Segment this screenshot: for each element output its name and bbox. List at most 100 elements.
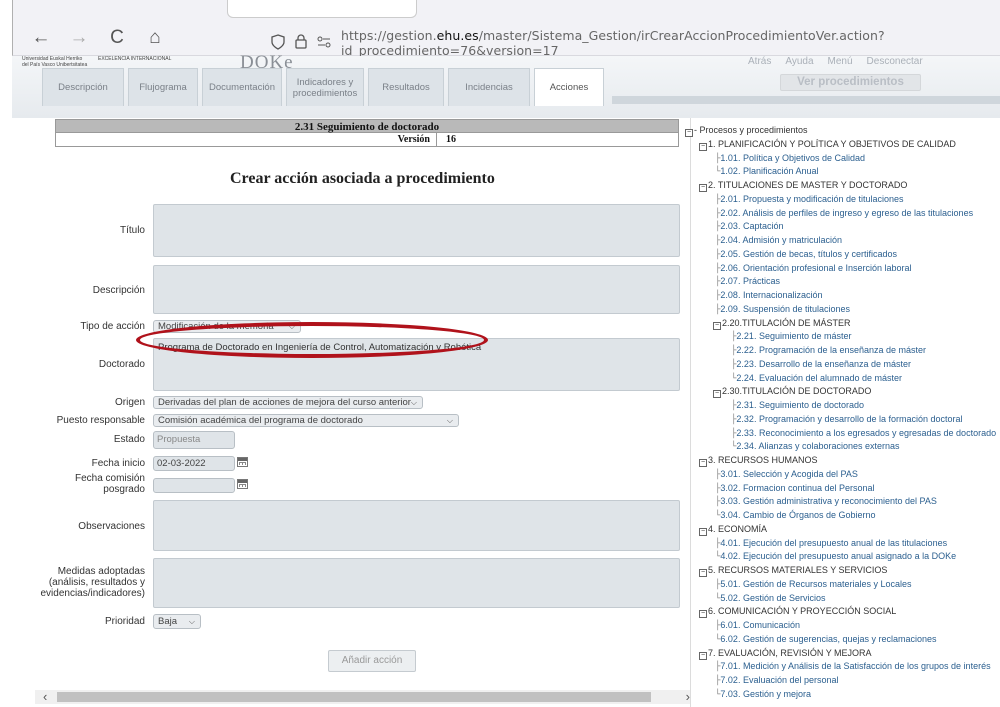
- site-header: Universidad Euskal Herriko del País Vasc…: [12, 52, 1000, 118]
- tab-incidencias[interactable]: Incidencias: [448, 68, 530, 106]
- calendar-icon[interactable]: [237, 457, 248, 467]
- tree-section[interactable]: −4. ECONOMÍA: [685, 523, 1000, 537]
- tree-item[interactable]: ├2.33. Reconocimiento a los egresados y …: [685, 427, 1000, 441]
- tree-item[interactable]: └6.02. Gestión de sugerencias, quejas y …: [685, 633, 1000, 647]
- tree-root[interactable]: − - Procesos y procedimientos: [685, 124, 1000, 138]
- add-action-button[interactable]: Añadir acción: [328, 650, 416, 672]
- tree-item[interactable]: ├2.05. Gestión de becas, títulos y certi…: [685, 248, 1000, 262]
- tab-descripcion[interactable]: Descripción: [42, 68, 124, 106]
- tree-item[interactable]: ├2.22. Programación de la enseñanza de m…: [685, 344, 1000, 358]
- chevron-down-icon: ⌵: [410, 398, 417, 407]
- fecha-inicio-field[interactable]: 02-03-2022: [153, 456, 235, 471]
- tree-section[interactable]: −1. PLANIFICACIÓN Y POLÍTICA Y OBJETIVOS…: [685, 138, 1000, 152]
- tree-item[interactable]: ├2.01. Propuesta y modificación de titul…: [685, 193, 1000, 207]
- tree-section[interactable]: −6. COMUNICACIÓN Y PROYECCIÓN SOCIAL: [685, 605, 1000, 619]
- version-row: Versión 16: [55, 133, 679, 147]
- collapse-toggle-icon[interactable]: −: [713, 390, 721, 399]
- medidas-field[interactable]: [153, 558, 680, 608]
- tree-section[interactable]: −5. RECURSOS MATERIALES Y SERVICIOS: [685, 564, 1000, 578]
- tree-item[interactable]: └7.03. Gestión y mejora: [685, 688, 1000, 702]
- calendar-icon[interactable]: [237, 479, 248, 489]
- tree-item[interactable]: └5.02. Gestión de Servicios: [685, 592, 1000, 606]
- collapse-toggle-icon[interactable]: −: [713, 321, 721, 330]
- link-logout[interactable]: Desconectar: [867, 56, 923, 67]
- forward-icon[interactable]: →: [69, 28, 89, 48]
- collapse-toggle-icon[interactable]: −: [699, 459, 707, 467]
- tree-item[interactable]: ├2.08. Internacionalización: [685, 289, 1000, 303]
- scroll-left-icon[interactable]: ‹: [43, 689, 47, 704]
- tree-item[interactable]: ├2.09. Suspensión de titulaciones: [685, 303, 1000, 317]
- titulo-field[interactable]: [153, 204, 680, 257]
- tree-item[interactable]: ├7.02. Evaluación del personal: [685, 674, 1000, 688]
- collapse-toggle-icon[interactable]: −: [699, 184, 707, 192]
- tree-group[interactable]: −2.30.TITULACIÓN DE DOCTORADO: [685, 385, 1000, 399]
- puesto-select[interactable]: Comisión académica del programa de docto…: [153, 414, 459, 427]
- tree-item[interactable]: ├2.06. Orientación profesional e Inserci…: [685, 262, 1000, 276]
- observaciones-field[interactable]: [153, 500, 680, 551]
- tree-item[interactable]: ├7.01. Medición y Análisis de la Satisfa…: [685, 660, 1000, 674]
- excellence-label: EXCELENCIA INTERNACIONAL: [98, 56, 172, 62]
- tree-item[interactable]: └2.34. Alianzas y colaboraciones externa…: [685, 440, 1000, 454]
- tree-item[interactable]: └3.04. Cambio de Órganos de Gobierno: [685, 509, 1000, 523]
- fecha-comision-field[interactable]: [153, 478, 235, 493]
- url-prefix: https://gestion.: [341, 28, 437, 43]
- collapse-toggle-icon[interactable]: −: [699, 569, 707, 577]
- tipo-accion-select[interactable]: Modificación de la memoria ⌵: [153, 320, 301, 333]
- descripcion-field[interactable]: [153, 265, 680, 314]
- address-bar[interactable]: https://gestion.ehu.es/master/Sistema_Ge…: [271, 28, 1000, 58]
- origen-select[interactable]: Derivadas del plan de acciones de mejora…: [153, 396, 423, 409]
- url-text[interactable]: https://gestion.ehu.es/master/Sistema_Ge…: [341, 28, 1000, 58]
- tree-group[interactable]: −2.20.TITULACIÓN DE MÁSTER: [685, 317, 1000, 331]
- observaciones-label: Observaciones: [78, 521, 145, 532]
- tree-item[interactable]: ├2.31. Seguimiento de doctorado: [685, 399, 1000, 413]
- doctorado-field[interactable]: Programa de Doctorado en Ingeniería de C…: [153, 338, 680, 391]
- tree-item[interactable]: ├2.07. Prácticas: [685, 275, 1000, 289]
- tree-section[interactable]: −3. RECURSOS HUMANOS: [685, 454, 1000, 468]
- tree-item[interactable]: ├2.02. Análisis de perfiles de ingreso y…: [685, 207, 1000, 221]
- tree-item[interactable]: ├2.32. Programación y desarrollo de la f…: [685, 413, 1000, 427]
- horizontal-scrollbar[interactable]: ‹ ›: [35, 689, 690, 704]
- back-icon[interactable]: ←: [31, 28, 51, 48]
- estado-field[interactable]: Propuesta: [153, 431, 235, 449]
- tree-section[interactable]: −7. EVALUACIÓN, REVISIÓN Y MEJORA: [685, 647, 1000, 661]
- url-host: ehu.es: [436, 28, 479, 43]
- tree-item[interactable]: └2.24. Evaluación del alumnado de máster: [685, 372, 1000, 386]
- tab-acciones[interactable]: Acciones: [534, 68, 604, 106]
- collapse-toggle-icon[interactable]: −: [699, 610, 707, 619]
- tree-item[interactable]: └1.02. Planificación Anual: [685, 165, 1000, 179]
- tree-item[interactable]: ├3.03. Gestión administrativa y reconoci…: [685, 495, 1000, 509]
- reload-icon[interactable]: C: [107, 28, 127, 48]
- home-icon[interactable]: ⌂: [145, 28, 165, 48]
- permissions-icon[interactable]: [317, 36, 331, 51]
- collapse-toggle-icon[interactable]: −: [699, 527, 707, 536]
- header-stripe: [612, 96, 1000, 104]
- tree-item[interactable]: ├4.01. Ejecución del presupuesto anual d…: [685, 537, 1000, 551]
- link-menu[interactable]: Menú: [828, 56, 853, 67]
- tree-item[interactable]: ├2.23. Desarrollo de la enseñanza de más…: [685, 358, 1000, 372]
- tree-item[interactable]: ├1.01. Política y Objetivos de Calidad: [685, 152, 1000, 166]
- tree-section[interactable]: −2. TITULACIONES DE MASTER Y DOCTORADO: [685, 179, 1000, 193]
- tree-item[interactable]: └4.02. Ejecución del presupuesto anual a…: [685, 550, 1000, 564]
- prioridad-select[interactable]: Baja ⌵: [153, 614, 201, 629]
- tree-item[interactable]: ├2.21. Seguimiento de máster: [685, 330, 1000, 344]
- tree-item[interactable]: ├3.01. Selección y Acogida del PAS: [685, 468, 1000, 482]
- browser-tab[interactable]: [227, 0, 417, 18]
- link-help[interactable]: Ayuda: [785, 56, 813, 67]
- tab-documentacion[interactable]: Documentación: [202, 68, 282, 106]
- ver-procedimientos-button[interactable]: Ver procedimientos: [780, 74, 921, 91]
- tree-item[interactable]: ├2.04. Admisión y matriculación: [685, 234, 1000, 248]
- link-back[interactable]: Atrás: [748, 56, 771, 67]
- collapse-toggle-icon[interactable]: −: [699, 651, 707, 660]
- tree-item[interactable]: ├6.01. Comunicación: [685, 619, 1000, 633]
- scrollbar-thumb[interactable]: [57, 692, 651, 702]
- nav-buttons: ← → C ⌂: [31, 28, 165, 48]
- tree-item[interactable]: ├3.02. Formacion continua del Personal: [685, 482, 1000, 496]
- tab-flujograma[interactable]: Flujograma: [128, 68, 198, 106]
- collapse-toggle-icon[interactable]: −: [699, 142, 707, 151]
- procedure-tree: − - Procesos y procedimientos −1. PLANIFIC…: [685, 124, 1000, 702]
- tab-indicadores[interactable]: Indicadores y procedimientos: [286, 68, 364, 106]
- tree-item[interactable]: ├2.03. Captación: [685, 220, 1000, 234]
- tab-resultados[interactable]: Resultados: [368, 68, 444, 106]
- collapse-toggle-icon[interactable]: −: [685, 129, 693, 137]
- tree-item[interactable]: ├5.01. Gestión de Recursos materiales y …: [685, 578, 1000, 592]
